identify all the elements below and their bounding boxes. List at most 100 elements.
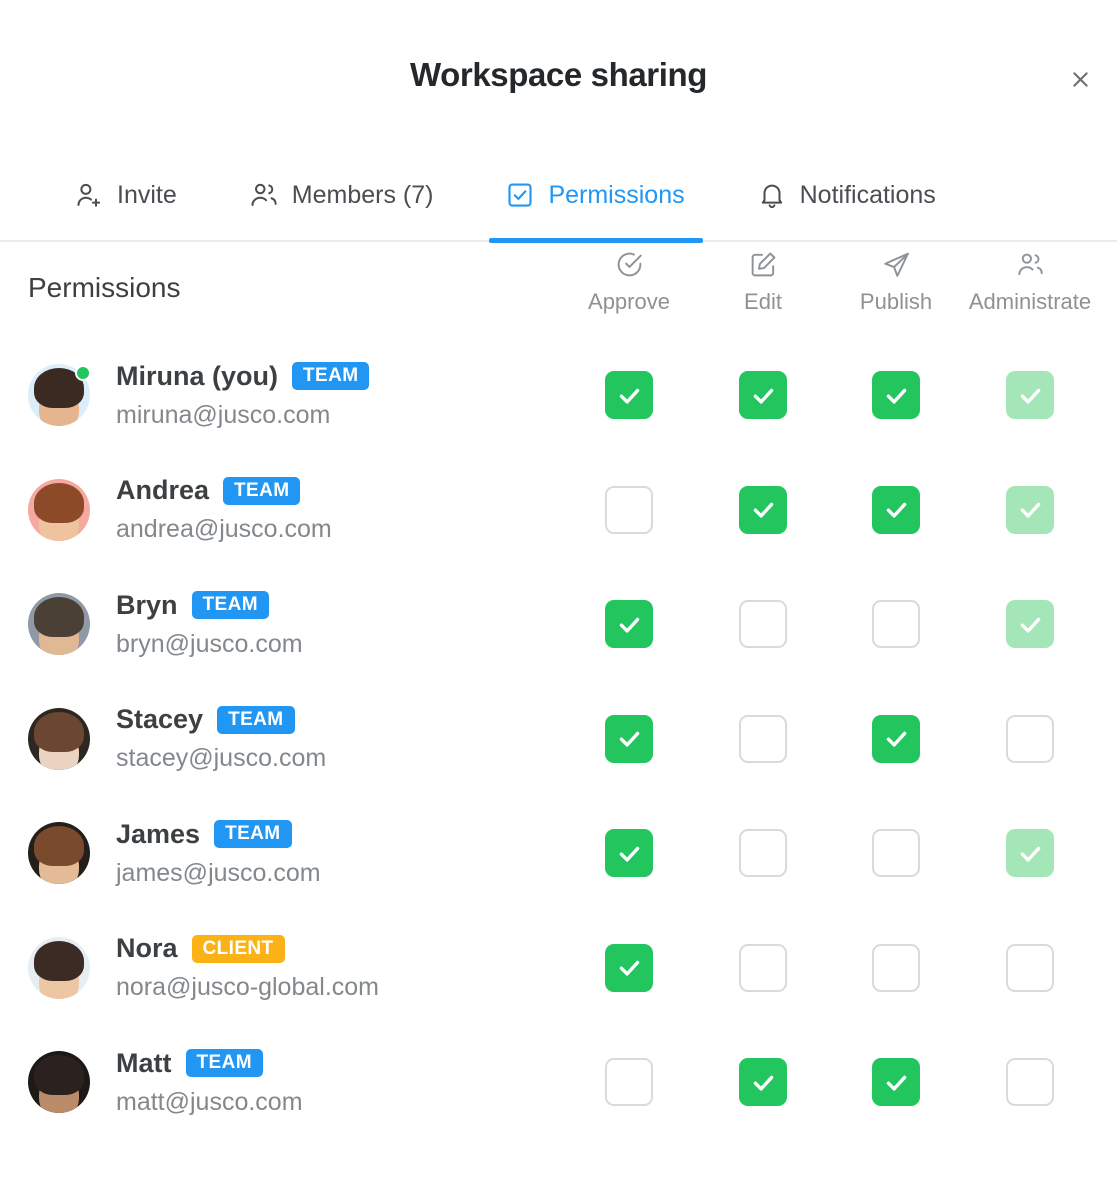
member-row: James TEAM james@jusco.com bbox=[0, 796, 1117, 911]
status-badge bbox=[75, 365, 91, 382]
member-info: Stacey TEAM stacey@jusco.com bbox=[116, 704, 326, 773]
checkbox-icon bbox=[505, 180, 535, 210]
member-name: Stacey bbox=[116, 704, 204, 735]
permission-checkbox-edit[interactable] bbox=[739, 600, 787, 649]
tab-notifications[interactable]: Notifications bbox=[757, 149, 936, 241]
member-role-badge: TEAM bbox=[191, 591, 269, 620]
permission-checkbox-approve[interactable] bbox=[605, 943, 653, 992]
avatar bbox=[28, 364, 91, 427]
permission-checkbox-edit[interactable] bbox=[739, 485, 787, 534]
member-name: Matt bbox=[116, 1047, 172, 1078]
member-row: Miruna (you) TEAM miruna@jusco.com bbox=[0, 338, 1117, 453]
member-row: Stacey TEAM stacey@jusco.com bbox=[0, 682, 1117, 797]
member-email: stacey@jusco.com bbox=[116, 744, 327, 773]
permission-checkbox-approve[interactable] bbox=[605, 600, 653, 649]
permission-checkbox-edit[interactable] bbox=[739, 943, 787, 992]
permission-checkbox-publish[interactable] bbox=[872, 714, 920, 763]
member-name: Nora bbox=[116, 933, 178, 964]
permission-checkbox-publish[interactable] bbox=[872, 943, 920, 992]
column-header-publish: Publish bbox=[821, 250, 971, 315]
member-identity: Miruna (you) TEAM miruna@jusco.com bbox=[0, 361, 560, 430]
member-identity: Stacey TEAM stacey@jusco.com bbox=[0, 704, 560, 773]
permission-checkbox-publish[interactable] bbox=[872, 600, 920, 649]
permissions-column-header: Permissions Approve Edit Publish Administra… bbox=[0, 242, 1117, 338]
tab-invite[interactable]: Invite bbox=[74, 149, 177, 241]
permission-checkboxes bbox=[560, 453, 1117, 568]
member-name: James bbox=[116, 818, 201, 849]
tab-members[interactable]: Members (7) bbox=[249, 149, 434, 241]
column-header-approve: Approve bbox=[554, 250, 704, 315]
permission-checkbox-approve[interactable] bbox=[605, 714, 653, 763]
member-identity: Bryn TEAM bryn@jusco.com bbox=[0, 590, 560, 659]
permission-checkbox-administrate[interactable] bbox=[1006, 371, 1054, 420]
member-email: nora@jusco-global.com bbox=[116, 973, 380, 1002]
permission-checkboxes bbox=[560, 796, 1117, 911]
member-info: Nora CLIENT nora@jusco-global.com bbox=[116, 933, 379, 1002]
tab-label: Notifications bbox=[799, 180, 936, 209]
avatar-image bbox=[28, 936, 90, 999]
permission-checkboxes bbox=[560, 338, 1117, 453]
member-name: Miruna (you) bbox=[116, 360, 278, 391]
member-email: miruna@jusco.com bbox=[116, 400, 331, 429]
permission-checkbox-approve[interactable] bbox=[605, 1058, 653, 1107]
avatar-image bbox=[28, 707, 90, 770]
tab-permissions[interactable]: Permissions bbox=[489, 149, 703, 243]
permission-checkbox-publish[interactable] bbox=[872, 371, 920, 420]
permission-checkbox-publish[interactable] bbox=[872, 485, 920, 534]
column-header-label: Approve bbox=[588, 289, 670, 314]
modal-header: Workspace sharing bbox=[0, 0, 1117, 150]
member-role-badge: TEAM bbox=[217, 705, 295, 734]
users-icon bbox=[249, 180, 279, 210]
permission-checkbox-publish[interactable] bbox=[872, 1058, 920, 1107]
paper-plane-icon bbox=[882, 250, 911, 285]
avatar-image bbox=[28, 822, 90, 885]
page-title: Workspace sharing bbox=[409, 56, 708, 93]
member-info: Bryn TEAM bryn@jusco.com bbox=[116, 590, 303, 659]
permission-checkbox-edit[interactable] bbox=[739, 829, 787, 878]
permission-checkbox-administrate[interactable] bbox=[1006, 600, 1054, 649]
permission-checkbox-approve[interactable] bbox=[605, 485, 653, 534]
permission-checkbox-administrate[interactable] bbox=[1006, 714, 1054, 763]
member-info: Matt TEAM matt@jusco.com bbox=[116, 1048, 303, 1117]
users-icon bbox=[1016, 250, 1045, 285]
user-add-icon bbox=[74, 180, 104, 210]
tab-label: Invite bbox=[117, 180, 177, 209]
tab-bar: Invite Members (7) Permissions Notification… bbox=[0, 149, 1117, 243]
member-info: Miruna (you) TEAM miruna@jusco.com bbox=[116, 360, 370, 430]
avatar-image bbox=[28, 1051, 90, 1114]
permission-checkbox-edit[interactable] bbox=[739, 714, 787, 763]
member-identity: Matt TEAM matt@jusco.com bbox=[0, 1048, 560, 1117]
avatar bbox=[28, 822, 90, 885]
member-row: Andrea TEAM andrea@jusco.com bbox=[0, 453, 1117, 568]
member-identity: Andrea TEAM andrea@jusco.com bbox=[0, 475, 560, 544]
member-role-badge: TEAM bbox=[223, 476, 301, 505]
permission-checkbox-edit[interactable] bbox=[739, 1058, 787, 1107]
tab-label: Permissions bbox=[548, 180, 685, 209]
avatar-image bbox=[28, 478, 90, 541]
tab-label: Members (7) bbox=[291, 180, 434, 209]
close-icon[interactable] bbox=[1061, 60, 1099, 98]
permission-checkbox-administrate[interactable] bbox=[1006, 485, 1054, 534]
member-name: Bryn bbox=[116, 589, 178, 620]
avatar bbox=[28, 936, 90, 999]
permission-checkbox-administrate[interactable] bbox=[1006, 943, 1054, 992]
check-circle-icon bbox=[615, 250, 644, 285]
column-header-label: Administrate bbox=[968, 289, 1092, 314]
avatar bbox=[28, 1051, 90, 1114]
permission-checkbox-administrate[interactable] bbox=[1006, 829, 1054, 878]
permission-checkboxes bbox=[560, 682, 1117, 797]
column-header-edit: Edit bbox=[688, 250, 838, 315]
member-email: matt@jusco.com bbox=[116, 1087, 303, 1116]
permission-checkbox-approve[interactable] bbox=[605, 371, 653, 420]
permission-checkbox-administrate[interactable] bbox=[1006, 1058, 1054, 1107]
permission-checkbox-edit[interactable] bbox=[739, 371, 787, 420]
permission-checkbox-approve[interactable] bbox=[605, 829, 653, 878]
avatar bbox=[28, 593, 90, 656]
member-info: James TEAM james@jusco.com bbox=[116, 819, 321, 888]
permission-checkbox-publish[interactable] bbox=[872, 829, 920, 878]
member-name: Andrea bbox=[116, 475, 210, 506]
avatar-image bbox=[28, 593, 90, 656]
avatar bbox=[28, 707, 90, 770]
member-role-badge: CLIENT bbox=[191, 934, 285, 963]
permission-checkboxes bbox=[560, 1025, 1117, 1140]
